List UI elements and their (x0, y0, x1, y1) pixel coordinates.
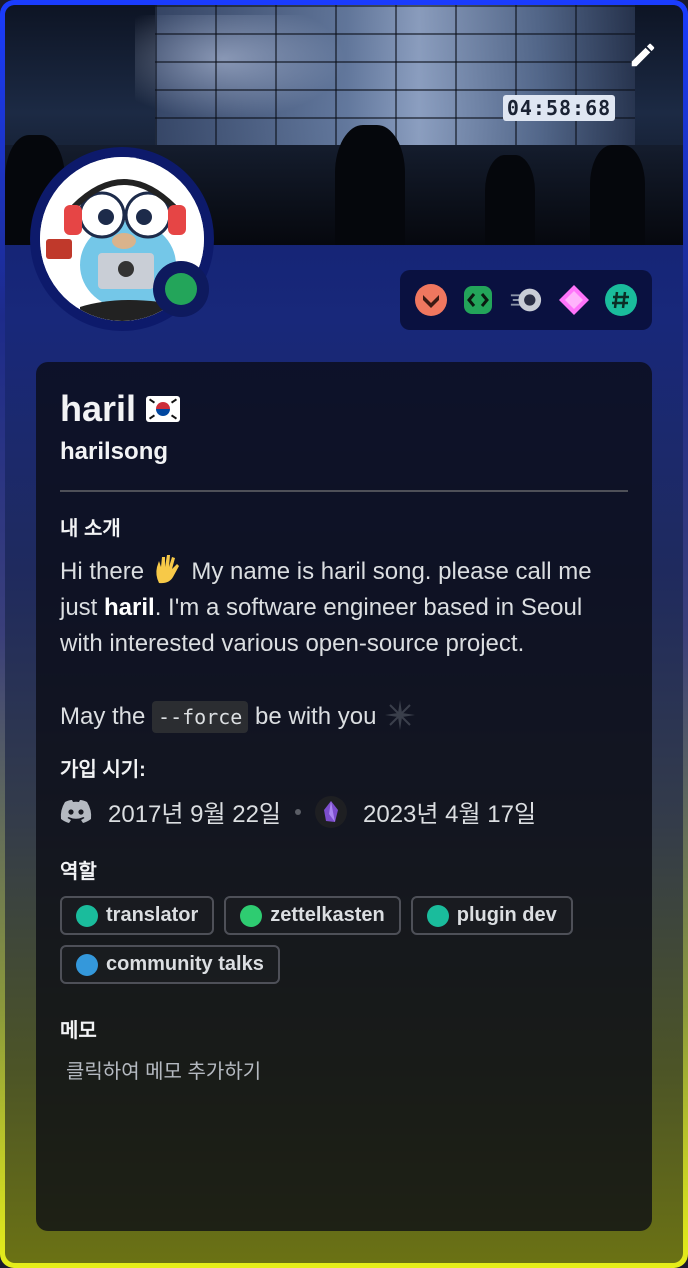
server-icon (315, 795, 348, 828)
hashtag-icon (605, 284, 638, 316)
inline-code: --force (152, 701, 249, 733)
banner-clock: 04:58:68 (503, 95, 615, 121)
about-me-title: 내 소개 (60, 518, 121, 540)
role-color-dot (76, 904, 98, 927)
code-icon (463, 286, 492, 314)
banner-person-silhouette (335, 125, 405, 245)
edit-profile-button[interactable] (623, 35, 663, 75)
divider (60, 490, 628, 492)
badge-list (400, 270, 652, 330)
profile-card: 04:58:68 haril harilsong 내 소개 Hi there M… (0, 0, 688, 1268)
role-chip[interactable]: zettelkasten (224, 896, 401, 935)
role-color-dot (240, 904, 263, 927)
discord-join-date: 2017년 9월 22일 (108, 801, 282, 828)
server-tag-badge[interactable] (605, 283, 638, 317)
hypesquad-icon (414, 284, 447, 316)
roles-title: 역할 (60, 861, 97, 883)
banner-person-silhouette (590, 145, 645, 245)
online-status-indicator (165, 273, 197, 305)
profile-card-inner: 04:58:68 haril harilsong 내 소개 Hi there M… (5, 5, 683, 1263)
role-color-dot (76, 953, 98, 976)
member-since-title: 가입 시기: (60, 759, 146, 781)
banner-screen-grid (155, 5, 635, 145)
hypesquad-badge[interactable] (414, 283, 447, 317)
display-name-row: haril (60, 388, 628, 430)
active-developer-badge[interactable] (461, 283, 494, 317)
profile-panel: haril harilsong 내 소개 Hi there My name is… (36, 362, 652, 1231)
role-list: translator zettelkasten plugin dev commu… (60, 896, 620, 984)
sparkle-icon (385, 700, 416, 730)
nitro-gem-badge[interactable] (557, 283, 591, 317)
separator-dot (295, 808, 302, 815)
note-input[interactable]: 클릭하여 메모 추가하기 (66, 1055, 628, 1084)
role-chip[interactable]: plugin dev (410, 896, 573, 935)
banner-person-silhouette (485, 155, 535, 245)
pencil-icon (631, 43, 655, 67)
gem-icon (558, 285, 589, 315)
server-join-date: 2023년 4월 17일 (363, 801, 537, 828)
member-since-row: 2017년 9월 22일 2023년 4월 17일 (60, 794, 628, 829)
username[interactable]: harilsong (60, 438, 628, 466)
role-chip[interactable]: community talks (60, 945, 280, 984)
discord-logo-icon (60, 799, 92, 823)
note-title: 메모 (60, 1020, 97, 1042)
about-me-text: Hi there My name is haril song. please c… (60, 553, 628, 735)
waving-hand-icon (156, 555, 179, 584)
role-chip[interactable]: translator (60, 896, 215, 935)
display-name: haril (60, 388, 137, 429)
role-color-dot (426, 904, 449, 927)
speed-circle-icon (510, 288, 541, 312)
korea-flag-icon (146, 396, 181, 422)
early-supporter-badge[interactable] (509, 283, 543, 317)
